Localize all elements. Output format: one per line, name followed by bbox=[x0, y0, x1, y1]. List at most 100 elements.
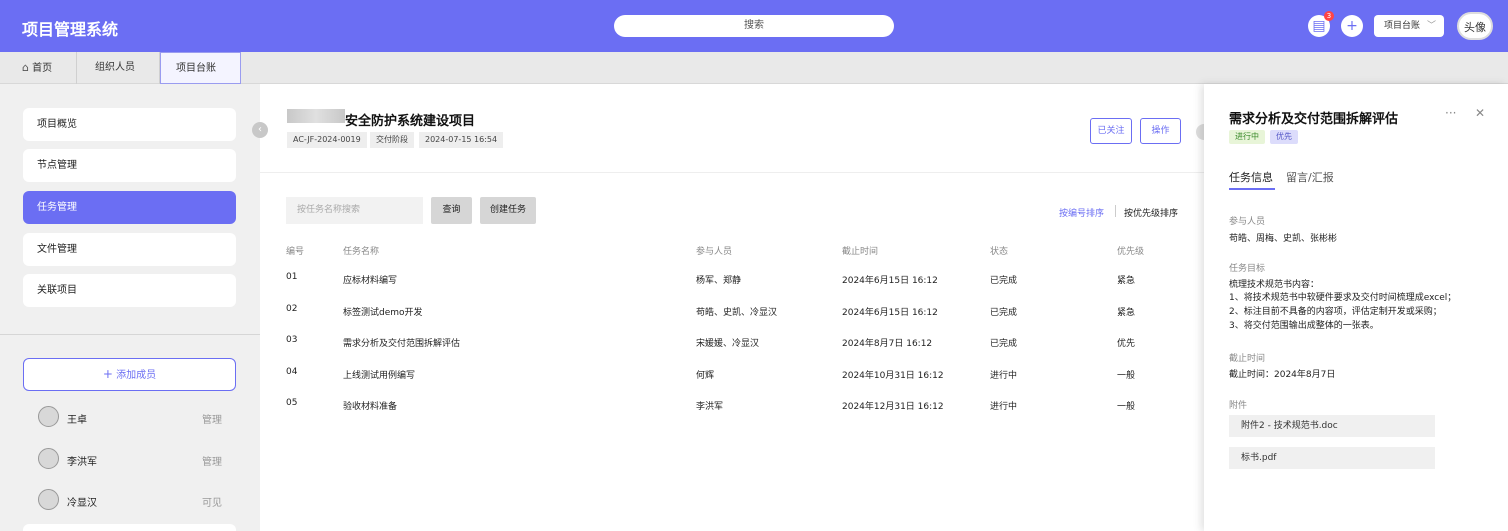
member-role: 可见 bbox=[202, 498, 222, 509]
attachments-label: 附件 bbox=[1229, 401, 1248, 411]
sort-separator bbox=[1115, 205, 1116, 217]
sidebar-item-nodes[interactable]: 节点管理 bbox=[23, 149, 236, 182]
deadline-value: 截止时间：2024年8月7日 bbox=[1229, 370, 1336, 380]
sort-by-priority-link[interactable]: 按优先级排序 bbox=[1124, 206, 1178, 219]
cell-priority: 紧急 bbox=[1117, 276, 1136, 286]
task-detail-title: 需求分析及交付范围拆解评估 bbox=[1229, 112, 1399, 127]
cell-name[interactable]: 标签测试demo开发 bbox=[343, 305, 423, 318]
add-icon[interactable]: + bbox=[1341, 15, 1363, 37]
member-item[interactable]: 王卓 管理 bbox=[38, 406, 228, 428]
project-datetime-tag: 2024-07-15 16:54 bbox=[419, 132, 504, 148]
sidebar-bottom-card bbox=[23, 524, 236, 531]
main-divider bbox=[260, 172, 1204, 173]
user-avatar[interactable]: 头像 bbox=[1457, 12, 1493, 40]
cell-deadline: 2024年6月15日 16:12 bbox=[842, 276, 938, 286]
create-task-button[interactable]: 创建任务 bbox=[480, 197, 536, 224]
cell-status: 进行中 bbox=[990, 402, 1018, 412]
column-header-priority: 优先级 bbox=[1117, 247, 1145, 257]
sort-by-number-link[interactable]: 按编号排序 bbox=[1059, 206, 1104, 219]
project-code-tag: AC-JF-2024-0019 bbox=[287, 132, 367, 148]
cell-status: 已完成 bbox=[990, 276, 1018, 286]
app-title: 项目管理系统 bbox=[22, 20, 119, 39]
active-tab-indicator bbox=[1229, 188, 1275, 190]
tab-project-ledger[interactable]: 项目台账 bbox=[160, 52, 241, 84]
collapse-sidebar-icon[interactable]: ‹ bbox=[252, 122, 268, 138]
goal-line: 梳理技术规范书内容： bbox=[1229, 280, 1320, 290]
attachment-item[interactable]: 附件2 - 技术规范书.doc bbox=[1229, 415, 1435, 437]
cell-id: 03 bbox=[286, 335, 298, 345]
top-header: 项目管理系统 搜索 ▤ 3 + 项目台账 ﹀ 头像 bbox=[0, 0, 1508, 52]
close-icon[interactable]: ✕ bbox=[1475, 106, 1485, 120]
project-phase-tag: 交付阶段 bbox=[370, 132, 414, 148]
priority-badge: 优先 bbox=[1270, 130, 1298, 144]
member-item[interactable]: 冷显汉 可见 bbox=[38, 489, 228, 511]
deadline-label: 截止时间 bbox=[1229, 354, 1266, 364]
avatar bbox=[38, 489, 59, 510]
cell-id: 05 bbox=[286, 398, 298, 408]
sidebar-item-tasks[interactable]: 任务管理 bbox=[23, 191, 236, 224]
sidebar: 项目概览 节点管理 任务管理 文件管理 关联项目 + 添加成员 王卓 管理 李洪… bbox=[0, 84, 260, 531]
tab-task-info[interactable]: 任务信息 bbox=[1229, 169, 1273, 185]
page-tab-bar: ⌂ 首页 组织人员 项目台账 bbox=[0, 52, 1508, 84]
message-badge: 3 bbox=[1324, 11, 1334, 21]
member-item[interactable]: 李洪军 管理 bbox=[38, 448, 228, 470]
status-badge: 进行中 bbox=[1229, 130, 1265, 144]
tab-comments[interactable]: 留言/汇报 bbox=[1286, 169, 1334, 185]
cell-priority: 一般 bbox=[1117, 402, 1136, 412]
home-icon: ⌂ bbox=[22, 61, 29, 74]
column-header-status: 状态 bbox=[990, 247, 1009, 257]
action-button[interactable]: 操作 bbox=[1140, 118, 1181, 144]
participants-label: 参与人员 bbox=[1229, 217, 1266, 227]
follow-button[interactable]: 已关注 bbox=[1090, 118, 1132, 144]
cell-name[interactable]: 应标材料编写 bbox=[343, 273, 397, 286]
tab-home-label: 首页 bbox=[32, 63, 53, 74]
cell-name[interactable]: 需求分析及交付范围拆解评估 bbox=[343, 336, 460, 349]
attachment-item[interactable]: 标书.pdf bbox=[1229, 447, 1435, 469]
add-member-button[interactable]: + 添加成员 bbox=[23, 358, 236, 391]
cell-name[interactable]: 验收材料准备 bbox=[343, 399, 397, 412]
sidebar-item-overview[interactable]: 项目概览 bbox=[23, 108, 236, 141]
column-header-name: 任务名称 bbox=[343, 247, 380, 257]
column-header-deadline: 截止时间 bbox=[842, 247, 879, 257]
goal-line: 1、将技术规范书中软硬件要求及交付时间梳理成excel； bbox=[1229, 293, 1457, 303]
participants-value: 苟皓、周梅、史凯、张彬彬 bbox=[1229, 234, 1338, 244]
project-select[interactable]: 项目台账 ﹀ bbox=[1374, 15, 1444, 37]
member-role: 管理 bbox=[202, 415, 222, 426]
member-name: 王卓 bbox=[67, 415, 87, 426]
chevron-down-icon: ﹀ bbox=[1426, 21, 1436, 31]
cell-members: 李洪军 bbox=[696, 402, 724, 412]
more-icon[interactable]: ··· bbox=[1445, 106, 1456, 120]
sidebar-item-files[interactable]: 文件管理 bbox=[23, 233, 236, 266]
member-role: 管理 bbox=[202, 457, 222, 468]
cell-members: 苟皓、史凯、冷显汉 bbox=[696, 308, 778, 318]
cell-status: 进行中 bbox=[990, 371, 1018, 381]
query-button[interactable]: 查询 bbox=[431, 197, 472, 224]
cell-priority: 紧急 bbox=[1117, 308, 1136, 318]
sidebar-item-related[interactable]: 关联项目 bbox=[23, 274, 236, 307]
project-title: 安全防护系统建设项目 bbox=[345, 114, 476, 129]
plus-icon: + bbox=[102, 367, 113, 381]
add-member-label: 添加成员 bbox=[116, 370, 157, 381]
cell-deadline: 2024年6月15日 16:12 bbox=[842, 308, 938, 318]
member-name: 冷显汉 bbox=[67, 498, 97, 509]
global-search-input[interactable]: 搜索 bbox=[614, 15, 894, 37]
cell-status: 已完成 bbox=[990, 339, 1018, 349]
member-name: 李洪军 bbox=[67, 457, 97, 468]
cell-name[interactable]: 上线测试用例编写 bbox=[343, 368, 415, 381]
sidebar-divider bbox=[0, 334, 260, 335]
cell-deadline: 2024年10月31日 16:12 bbox=[842, 371, 944, 381]
goal-line: 2、标注目前不具备的内容项，评估定制开发或采购； bbox=[1229, 307, 1442, 317]
cell-priority: 一般 bbox=[1117, 371, 1136, 381]
tab-organization[interactable]: 组织人员 bbox=[77, 52, 160, 84]
cell-deadline: 2024年8月7日 16:12 bbox=[842, 339, 933, 349]
column-header-id: 编号 bbox=[286, 247, 305, 257]
cell-deadline: 2024年12月31日 16:12 bbox=[842, 402, 944, 412]
column-header-members: 参与人员 bbox=[696, 247, 733, 257]
goal-label: 任务目标 bbox=[1229, 264, 1266, 274]
cell-id: 01 bbox=[286, 272, 298, 282]
cell-members: 宋媛媛、冷显汉 bbox=[696, 339, 760, 349]
cell-id: 04 bbox=[286, 367, 298, 377]
task-search-input[interactable]: 按任务名称搜索 bbox=[286, 197, 423, 224]
goal-line: 3、将交付范围输出成整体的一张表。 bbox=[1229, 321, 1379, 331]
tab-home[interactable]: ⌂ 首页 bbox=[0, 52, 77, 84]
